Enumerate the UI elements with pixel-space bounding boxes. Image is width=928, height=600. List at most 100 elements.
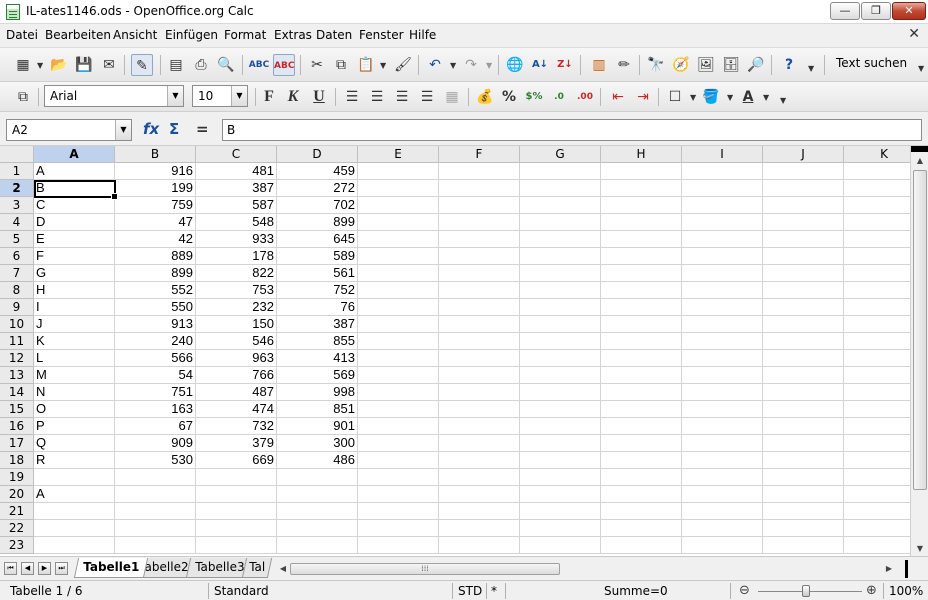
row-header[interactable]: 7: [0, 265, 34, 282]
row-header[interactable]: 23: [0, 537, 34, 554]
grid-cell[interactable]: [520, 401, 601, 418]
grid-cell[interactable]: [763, 197, 844, 214]
grid-cell[interactable]: 822: [196, 265, 277, 282]
redo-dropdown-icon[interactable]: ▼: [486, 61, 492, 70]
grid-cell[interactable]: [844, 503, 910, 520]
grid-cell[interactable]: [682, 163, 763, 180]
vertical-split-handle[interactable]: [911, 146, 928, 152]
grid-cell[interactable]: [844, 469, 910, 486]
grid-cell[interactable]: [763, 299, 844, 316]
grid-cell[interactable]: 963: [196, 350, 277, 367]
grid-cell[interactable]: [763, 282, 844, 299]
grid-cell[interactable]: 178: [196, 248, 277, 265]
grid-cell[interactable]: [520, 282, 601, 299]
grid-cell[interactable]: [682, 248, 763, 265]
standard-format-icon[interactable]: $%: [523, 86, 545, 108]
grid-cell[interactable]: [34, 520, 115, 537]
row-header[interactable]: 12: [0, 350, 34, 367]
row-header[interactable]: 18: [0, 452, 34, 469]
grid-cell[interactable]: [520, 350, 601, 367]
grid-cell[interactable]: [358, 401, 439, 418]
grid-cell[interactable]: [520, 503, 601, 520]
formula-input[interactable]: B: [222, 119, 922, 141]
grid-cell[interactable]: [358, 231, 439, 248]
align-center-icon[interactable]: ☰: [366, 86, 388, 108]
grid-cell[interactable]: [520, 231, 601, 248]
grid-cell[interactable]: 916: [115, 163, 196, 180]
menu-datei[interactable]: Datei: [6, 28, 38, 42]
grid-cell[interactable]: 546: [196, 333, 277, 350]
sheet-tab-tabelle1[interactable]: Tabelle1: [73, 558, 149, 578]
grid-cell[interactable]: [115, 503, 196, 520]
row-header[interactable]: 20: [0, 486, 34, 503]
grid-cell[interactable]: [439, 435, 520, 452]
menu-ansicht[interactable]: Ansicht: [113, 28, 157, 42]
grid-cell[interactable]: [763, 265, 844, 282]
spellcheck-icon[interactable]: ABC: [248, 54, 270, 76]
font-color-dropdown-icon[interactable]: ▼: [763, 93, 769, 102]
grid-cell[interactable]: [358, 265, 439, 282]
grid-cell[interactable]: P: [34, 418, 115, 435]
borders-dropdown-icon[interactable]: ▼: [690, 93, 696, 102]
grid-cell[interactable]: 474: [196, 401, 277, 418]
column-header[interactable]: H: [601, 146, 682, 163]
grid-cell[interactable]: [844, 248, 910, 265]
grid-cell[interactable]: [844, 197, 910, 214]
grid-cell[interactable]: [358, 486, 439, 503]
row-header[interactable]: 22: [0, 520, 34, 537]
menu-extras[interactable]: Extras: [274, 28, 312, 42]
hyperlink-icon[interactable]: 🌐: [504, 54, 526, 76]
grid-cell[interactable]: [439, 214, 520, 231]
menu-format[interactable]: Format: [224, 28, 266, 42]
grid-cell[interactable]: [196, 469, 277, 486]
draw-functions-icon[interactable]: ✏: [613, 54, 635, 76]
font-name-dropdown-icon[interactable]: ▼: [167, 86, 183, 106]
grid-cell[interactable]: [439, 452, 520, 469]
grid-cell[interactable]: [358, 163, 439, 180]
grid-cell[interactable]: [358, 180, 439, 197]
grid-cell[interactable]: [439, 367, 520, 384]
grid-cell[interactable]: 530: [115, 452, 196, 469]
grid-cell[interactable]: [601, 469, 682, 486]
grid-cell[interactable]: 901: [277, 418, 358, 435]
grid-cell[interactable]: [763, 469, 844, 486]
menu-fenster[interactable]: Fenster: [359, 28, 404, 42]
column-header[interactable]: J: [763, 146, 844, 163]
grid-cell[interactable]: [763, 350, 844, 367]
redo-icon[interactable]: ↷: [460, 54, 482, 76]
grid-cell[interactable]: [277, 520, 358, 537]
grid-cell[interactable]: [601, 520, 682, 537]
row-header[interactable]: 4: [0, 214, 34, 231]
next-sheet-icon[interactable]: ▶: [38, 562, 51, 575]
grid-cell[interactable]: 481: [196, 163, 277, 180]
grid-cell[interactable]: [358, 214, 439, 231]
grid-cell[interactable]: [358, 503, 439, 520]
format-paintbrush-icon[interactable]: 🖌: [392, 54, 414, 76]
horizontal-scroll-thumb[interactable]: ⁞⁞⁞: [290, 563, 560, 575]
currency-icon[interactable]: 💰: [474, 86, 496, 108]
grid-cell[interactable]: [520, 435, 601, 452]
print-preview-icon[interactable]: 🔍: [215, 54, 237, 76]
grid-cell[interactable]: K: [34, 333, 115, 350]
grid-cell[interactable]: 909: [115, 435, 196, 452]
grid-cell[interactable]: [844, 214, 910, 231]
grid-cell[interactable]: [439, 163, 520, 180]
grid-cell[interactable]: [763, 367, 844, 384]
grid-cell[interactable]: R: [34, 452, 115, 469]
grid-cell[interactable]: [682, 452, 763, 469]
grid-cell[interactable]: [520, 469, 601, 486]
last-sheet-icon[interactable]: ⏭: [55, 562, 68, 575]
align-right-icon[interactable]: ☰: [391, 86, 413, 108]
grid-cell[interactable]: [439, 282, 520, 299]
grid-cell[interactable]: [763, 333, 844, 350]
grid-cell[interactable]: [277, 537, 358, 554]
paste-icon[interactable]: 📋: [355, 54, 377, 76]
grid-cell[interactable]: [439, 180, 520, 197]
open-icon[interactable]: 📂: [48, 54, 70, 76]
decrease-indent-icon[interactable]: ⇤: [607, 86, 629, 108]
maximize-button[interactable]: ❐: [861, 2, 891, 20]
grid-cell[interactable]: [682, 418, 763, 435]
close-button[interactable]: ✕: [892, 2, 926, 20]
grid-cell[interactable]: [439, 401, 520, 418]
column-header[interactable]: K: [844, 146, 910, 163]
